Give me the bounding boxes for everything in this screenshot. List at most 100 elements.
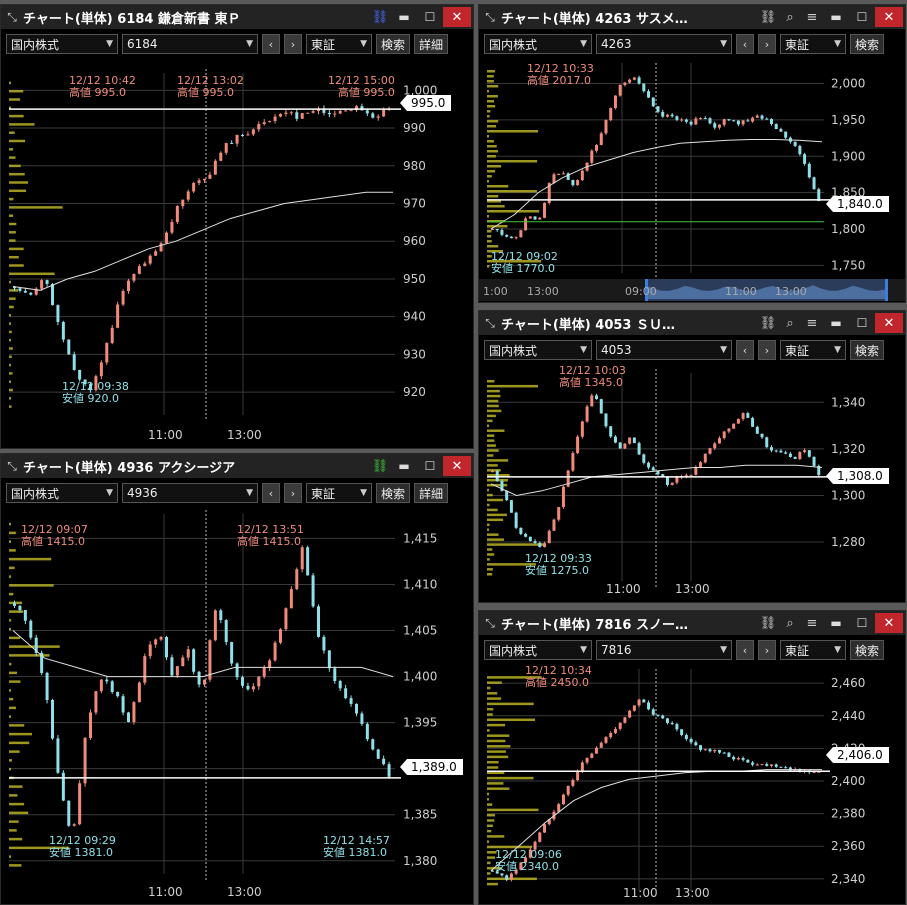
search-icon[interactable]: ⌕ — [779, 316, 801, 331]
candle-body — [803, 154, 807, 164]
market-select[interactable]: 国内株式 ▼ — [6, 483, 118, 503]
candle-body — [306, 112, 310, 114]
minimize-button[interactable]: ▬ — [823, 313, 849, 333]
search-button[interactable]: 検索 — [850, 640, 885, 660]
title-bar[interactable]: ⤡ チャート(単体) 7816 スノー… ⛓ ⌕ ≡ ▬ ☐ ✕ — [479, 611, 905, 635]
volume-profile-bar — [487, 702, 534, 706]
prev-button[interactable]: ‹ — [736, 640, 754, 660]
market-select[interactable]: 国内株式 ▼ — [484, 640, 592, 660]
maximize-button[interactable]: ☐ — [849, 613, 875, 633]
code-input[interactable]: 4263 ▼ — [596, 34, 732, 54]
link-icon[interactable]: ⛓ — [369, 10, 391, 25]
menu-icon[interactable]: ≡ — [801, 10, 823, 25]
candle-body — [765, 437, 769, 448]
search-button[interactable]: 検索 — [376, 483, 411, 503]
market-select[interactable]: 国内株式 ▼ — [484, 340, 592, 360]
search-icon[interactable]: ⌕ — [779, 10, 801, 25]
exchange-select[interactable]: 東証 ▼ — [780, 34, 846, 54]
candle-body — [784, 767, 788, 769]
search-icon[interactable]: ⌕ — [779, 616, 801, 631]
candle-body — [618, 722, 622, 729]
candle-body — [213, 610, 217, 641]
prev-button[interactable]: ‹ — [736, 340, 754, 360]
exchange-select[interactable]: 東証 ▼ — [780, 340, 846, 360]
close-button[interactable]: ✕ — [875, 7, 903, 27]
candle-body — [40, 280, 44, 289]
volume-profile-bar — [487, 95, 498, 98]
volume-profile-bar — [9, 330, 12, 334]
volume-profile-bar — [9, 297, 16, 300]
next-button[interactable]: › — [758, 340, 776, 360]
maximize-button[interactable]: ☐ — [849, 7, 875, 27]
maximize-button[interactable]: ☐ — [417, 7, 443, 27]
prev-button[interactable]: ‹ — [736, 34, 754, 54]
candle-body — [632, 77, 636, 80]
minimize-button[interactable]: ▬ — [823, 7, 849, 27]
volume-profile-bar — [9, 363, 11, 367]
code-input[interactable]: 6184 ▼ — [122, 34, 258, 54]
x-axis-tick-label: 13:00 — [227, 885, 262, 899]
close-button[interactable]: ✕ — [443, 7, 471, 27]
menu-icon[interactable]: ≡ — [801, 616, 823, 631]
maximize-button[interactable]: ☐ — [849, 313, 875, 333]
search-button[interactable]: 検索 — [376, 34, 411, 54]
minimize-button[interactable]: ▬ — [823, 613, 849, 633]
detail-button[interactable]: 詳細 — [414, 483, 449, 503]
candle-body — [495, 228, 499, 231]
candle-body — [642, 699, 646, 703]
link-icon[interactable]: ⛓ — [369, 459, 391, 474]
minimize-button[interactable]: ▬ — [391, 456, 417, 476]
candle-body — [647, 702, 651, 710]
candle-body — [505, 490, 509, 501]
close-button[interactable]: ✕ — [875, 613, 903, 633]
low-annotation: 12/12 09:38 安値 920.0 — [62, 380, 129, 405]
link-icon[interactable]: ⛓ — [757, 316, 779, 331]
exchange-select[interactable]: 東証 ▼ — [780, 640, 846, 660]
search-button[interactable]: 検索 — [850, 34, 885, 54]
prev-button[interactable]: ‹ — [262, 483, 280, 503]
candle-body — [491, 471, 494, 473]
next-button[interactable]: › — [758, 34, 776, 54]
code-input[interactable]: 7816 ▼ — [596, 640, 732, 660]
code-input[interactable]: 4053 ▼ — [596, 340, 732, 360]
volume-profile-bar — [9, 114, 24, 118]
candle-body — [257, 124, 261, 130]
title-bar[interactable]: ⤡ チャート(単体) 4936 アクシージア ⛓ ▬ ☐ ✕ — [1, 454, 473, 478]
minimize-button[interactable]: ▬ — [391, 7, 417, 27]
next-button[interactable]: › — [284, 34, 302, 54]
navigator-tick-label: 09:00 — [625, 285, 657, 298]
link-icon[interactable]: ⛓ — [757, 616, 779, 631]
exchange-select[interactable]: 東証 ▼ — [306, 34, 372, 54]
prev-button[interactable]: ‹ — [262, 34, 280, 54]
code-input[interactable]: 4936 ▼ — [122, 483, 258, 503]
candle-body — [13, 602, 16, 606]
market-select[interactable]: 国内株式 ▼ — [6, 34, 118, 54]
exchange-select[interactable]: 東証 ▼ — [306, 483, 372, 503]
maximize-button[interactable]: ☐ — [417, 456, 443, 476]
pin-icon[interactable]: ⤡ — [3, 459, 21, 474]
high-annotation: 12/12 15:00 高値 995.0 — [328, 74, 395, 99]
volume-profile-bar — [487, 824, 493, 828]
pin-icon[interactable]: ⤡ — [481, 316, 499, 331]
candle-body — [110, 681, 114, 693]
search-button[interactable]: 検索 — [850, 340, 885, 360]
detail-button[interactable]: 詳細 — [414, 34, 449, 54]
title-bar[interactable]: ⤡ チャート(単体) 4053 ＳＵ… ⛓ ⌕ ≡ ▬ ☐ ✕ — [479, 311, 905, 335]
close-button[interactable]: ✕ — [443, 456, 471, 476]
next-button[interactable]: › — [284, 483, 302, 503]
candle-body — [599, 133, 603, 145]
market-select[interactable]: 国内株式 ▼ — [484, 34, 592, 54]
pin-icon[interactable]: ⤡ — [3, 10, 21, 25]
title-bar[interactable]: ⤡ チャート(単体) 4263 サスメ… ⛓ ⌕ ≡ ▬ ☐ ✕ — [479, 5, 905, 29]
x-axis-tick-label: 11:00 — [606, 582, 641, 596]
pin-icon[interactable]: ⤡ — [481, 10, 499, 25]
candle-body — [505, 875, 509, 880]
next-button[interactable]: › — [758, 640, 776, 660]
candle-body — [105, 679, 109, 682]
title-bar[interactable]: ⤡ チャート(単体) 6184 鎌倉新書 東Ｐ ⛓ ▬ ☐ ✕ — [1, 5, 473, 29]
menu-icon[interactable]: ≡ — [801, 316, 823, 331]
close-button[interactable]: ✕ — [875, 313, 903, 333]
link-icon[interactable]: ⛓ — [757, 10, 779, 25]
pin-icon[interactable]: ⤡ — [481, 616, 499, 631]
candle-body — [647, 91, 651, 98]
